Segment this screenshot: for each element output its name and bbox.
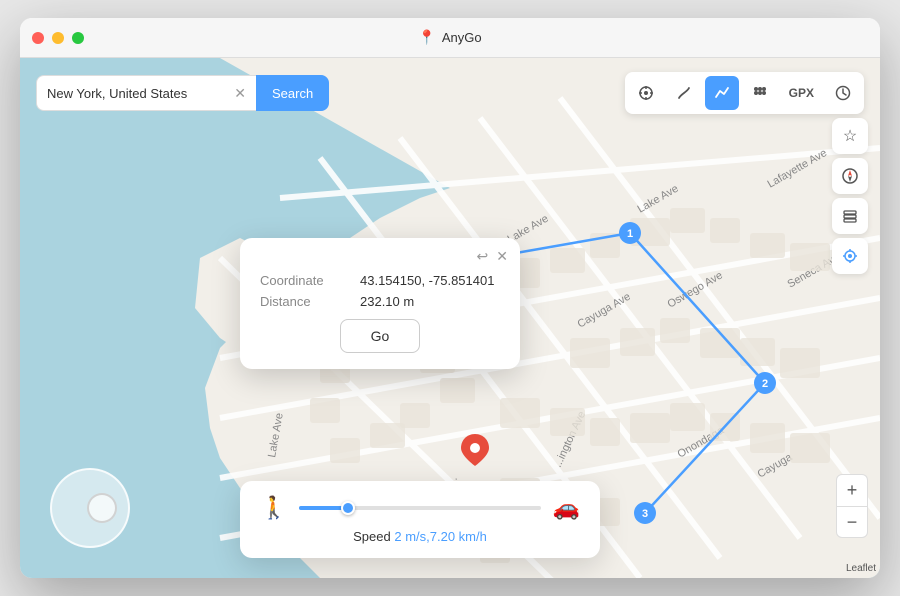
- zoom-controls: + −: [836, 474, 868, 538]
- speed-text: Speed 2 m/s,7.20 km/h: [260, 529, 580, 544]
- maximize-traffic-light[interactable]: [72, 32, 84, 44]
- coordinate-value: 43.154150, -75.851401: [360, 273, 494, 288]
- walk-icon: 🚶: [260, 495, 287, 521]
- traffic-lights: [32, 32, 84, 44]
- teleport-tool-button[interactable]: [743, 76, 777, 110]
- gpx-button[interactable]: GPX: [781, 76, 822, 110]
- info-popup: ↩ ✕ Coordinate 43.154150, -75.851401 Dis…: [240, 238, 520, 369]
- speed-slider-thumb[interactable]: [341, 501, 355, 515]
- top-toolbar: ✕ Search: [36, 72, 864, 114]
- route-tool-button[interactable]: [667, 76, 701, 110]
- multi-route-tool-button[interactable]: [705, 76, 739, 110]
- clear-search-button[interactable]: ✕: [234, 86, 246, 100]
- map-layers-button[interactable]: [832, 198, 868, 234]
- popup-header: ↩ ✕: [240, 238, 520, 269]
- go-button[interactable]: Go: [340, 319, 421, 353]
- minimize-traffic-light[interactable]: [52, 32, 64, 44]
- speed-panel: 🚶 🚗 Speed 2 m/s,7.20 km/h: [240, 481, 600, 558]
- speed-icons-row: 🚶 🚗: [260, 495, 580, 521]
- svg-text:1: 1: [627, 228, 633, 240]
- svg-text:2: 2: [762, 378, 768, 390]
- joystick[interactable]: [50, 468, 130, 548]
- content-area: Lake Ave Lafayette Ave Cayuga Ave Oswego…: [20, 58, 880, 578]
- coordinate-label: Coordinate: [260, 273, 340, 288]
- distance-value: 232.10 m: [360, 294, 414, 309]
- app-icon: 📍: [418, 29, 435, 46]
- toolbar-right: GPX: [625, 72, 864, 114]
- close-traffic-light[interactable]: [32, 32, 44, 44]
- search-input-wrapper: ✕: [36, 75, 256, 111]
- search-input[interactable]: [47, 86, 234, 101]
- map-container[interactable]: Lake Ave Lafayette Ave Cayuga Ave Oswego…: [20, 58, 880, 578]
- popup-body: Coordinate 43.154150, -75.851401 Distanc…: [240, 269, 520, 369]
- speed-value: 2 m/s,7.20 km/h: [394, 529, 486, 544]
- right-panel: ☆: [832, 118, 868, 274]
- history-button[interactable]: [826, 76, 860, 110]
- crosshair-tool-button[interactable]: [629, 76, 663, 110]
- close-popup-button[interactable]: ✕: [496, 248, 508, 265]
- speed-label: Speed: [353, 529, 391, 544]
- search-button[interactable]: Search: [256, 75, 329, 111]
- distance-label: Distance: [260, 294, 340, 309]
- car-icon: 🚗: [553, 495, 580, 521]
- my-location-button[interactable]: [832, 238, 868, 274]
- svg-text:3: 3: [642, 508, 648, 520]
- zoom-in-button[interactable]: +: [836, 474, 868, 506]
- app-window: 📍 AnyGo: [20, 18, 880, 578]
- title-area: 📍 AnyGo: [418, 29, 481, 46]
- titlebar: 📍 AnyGo: [20, 18, 880, 58]
- distance-row: Distance 232.10 m: [260, 294, 500, 309]
- search-area: ✕ Search: [36, 75, 329, 111]
- favorite-button[interactable]: ☆: [832, 118, 868, 154]
- undo-button[interactable]: ↩: [477, 248, 489, 265]
- joystick-thumb[interactable]: [87, 493, 117, 523]
- speed-slider-track[interactable]: [299, 506, 540, 510]
- app-title: AnyGo: [442, 30, 482, 45]
- zoom-out-button[interactable]: −: [836, 506, 868, 538]
- leaflet-attribution: Leaflet: [846, 563, 876, 574]
- coordinate-row: Coordinate 43.154150, -75.851401: [260, 273, 500, 288]
- compass-button[interactable]: [832, 158, 868, 194]
